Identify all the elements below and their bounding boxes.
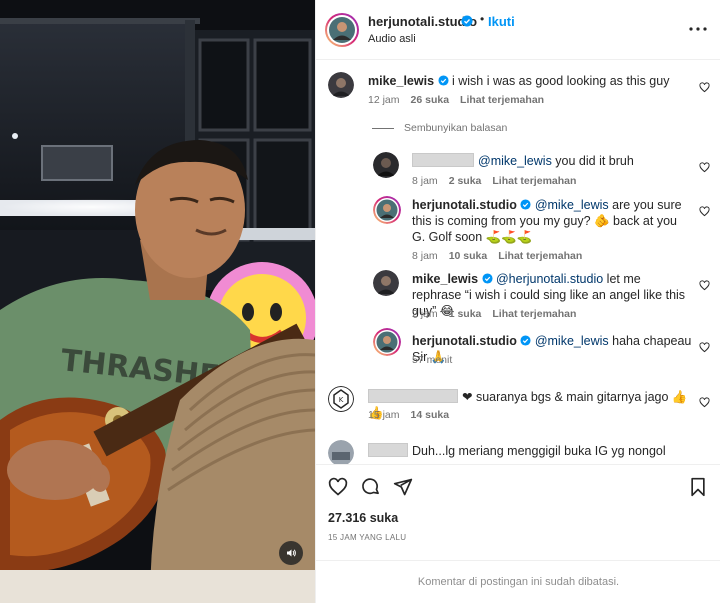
redacted-username: [412, 153, 474, 167]
action-bar: [316, 464, 720, 508]
post-timestamp: 15 JAM YANG LALU: [328, 533, 407, 542]
commenter-avatar[interactable]: [373, 270, 399, 296]
comment-username[interactable]: mike_lewis: [368, 74, 434, 88]
audio-label[interactable]: Audio asli: [368, 33, 416, 45]
comment-meta: 12 jam 26 suka Lihat terjemahan: [368, 94, 555, 106]
commenter-avatar[interactable]: [373, 196, 401, 224]
comment-meta: 8 jam 2 suka Lihat terjemahan: [412, 175, 587, 187]
translate-link[interactable]: Lihat terjemahan: [498, 250, 582, 262]
commenter-avatar[interactable]: K: [328, 386, 354, 412]
speaker-icon: [287, 549, 296, 557]
comment-time: 15 jam: [368, 409, 400, 421]
post-header: herjunotali.studio • Ikuti Audio asli: [316, 0, 720, 60]
commenter-avatar[interactable]: [328, 72, 354, 98]
comment-likes[interactable]: 2 suka: [449, 175, 482, 187]
heart-icon[interactable]: [699, 395, 710, 413]
verified-badge-icon: [520, 199, 531, 210]
follow-button[interactable]: Ikuti: [488, 14, 515, 29]
verified-badge-icon: [520, 335, 531, 346]
comment-mention[interactable]: @mike_lewis: [478, 154, 552, 168]
comment-icon[interactable]: [361, 477, 381, 502]
redacted-username: [368, 389, 458, 403]
like-count[interactable]: 27.316 suka: [328, 511, 398, 525]
share-icon[interactable]: [393, 477, 413, 502]
comment-username[interactable]: herjunotali.studio: [412, 198, 517, 212]
svg-text:K: K: [339, 396, 344, 404]
separator-dot: •: [480, 12, 485, 26]
commenter-avatar[interactable]: [373, 328, 401, 356]
mute-button[interactable]: [279, 541, 303, 565]
comment-body: i wish i was as good looking as this guy: [451, 74, 670, 88]
comment-text: herjunotali.studio @mike_lewis are you s…: [412, 197, 692, 245]
post-media[interactable]: THRASHER: [0, 0, 315, 603]
heart-icon[interactable]: [699, 278, 710, 296]
author-avatar[interactable]: [324, 12, 360, 53]
post-sidebar: herjunotali.studio • Ikuti Audio asli mi…: [315, 0, 720, 603]
comment-username[interactable]: herjunotali.studio: [412, 334, 517, 348]
comment-meta: 15 jam 14 suka: [368, 409, 460, 421]
comment-time: 12 jam: [368, 94, 400, 106]
commenter-avatar[interactable]: [328, 440, 354, 464]
heart-icon[interactable]: [699, 204, 710, 222]
heart-icon[interactable]: [699, 340, 710, 358]
comment-username[interactable]: mike_lewis: [412, 272, 478, 286]
comment-body: you did it bruh: [551, 154, 634, 168]
verified-badge-icon: [437, 75, 449, 86]
comments-list[interactable]: mike_lewis i wish i was as good looking …: [316, 60, 720, 464]
hide-replies-label: Sembunyikan balasan: [404, 122, 508, 134]
comment-time: 2 jam: [412, 308, 438, 320]
divider-line: [372, 127, 394, 129]
comment-mention[interactable]: @mike_lewis: [535, 198, 609, 212]
heart-icon[interactable]: [328, 477, 348, 502]
translate-link[interactable]: Lihat terjemahan: [492, 308, 576, 320]
bookmark-icon[interactable]: [689, 477, 707, 502]
comment-mention[interactable]: @herjunotali.studio: [496, 272, 603, 286]
comment-body: Duh...lg meriang menggigil buka IG yg no…: [412, 444, 666, 458]
comment-meta: 57 menit: [412, 354, 463, 366]
translate-link[interactable]: Lihat terjemahan: [492, 175, 576, 187]
verified-badge-icon: [481, 273, 493, 284]
comment-text: mike_lewis i wish i was as good looking …: [368, 73, 678, 89]
comment-likes[interactable]: 10 suka: [449, 250, 488, 262]
video-frame: THRASHER: [0, 0, 315, 603]
comment-text: @mike_lewis you did it bruh: [412, 153, 692, 169]
redacted-username: [368, 443, 408, 457]
comment-likes[interactable]: 1 suka: [449, 308, 482, 320]
comment-likes[interactable]: 26 suka: [411, 94, 450, 106]
comment-time: 8 jam: [412, 250, 438, 262]
comment-mention[interactable]: @mike_lewis: [535, 334, 609, 348]
comment-text: Duh...lg meriang menggigil buka IG yg no…: [368, 443, 688, 459]
translate-link[interactable]: Lihat terjemahan: [460, 94, 544, 106]
comment-time: 57 menit: [412, 354, 453, 366]
comment-likes[interactable]: 14 suka: [411, 409, 450, 421]
more-icon[interactable]: [689, 18, 707, 36]
comments-closed-notice: Komentar di postingan ini sudah dibatasi…: [316, 560, 720, 603]
heart-icon[interactable]: [699, 80, 710, 98]
verified-badge-icon: [461, 14, 473, 32]
comment-time: 8 jam: [412, 175, 438, 187]
comment-meta: 8 jam 10 suka Lihat terjemahan: [412, 250, 593, 262]
commenter-avatar[interactable]: [373, 152, 399, 178]
heart-icon[interactable]: [699, 160, 710, 178]
hide-replies-button[interactable]: Sembunyikan balasan: [372, 122, 507, 134]
comment-meta: 2 jam 1 suka Lihat terjemahan: [412, 308, 587, 320]
